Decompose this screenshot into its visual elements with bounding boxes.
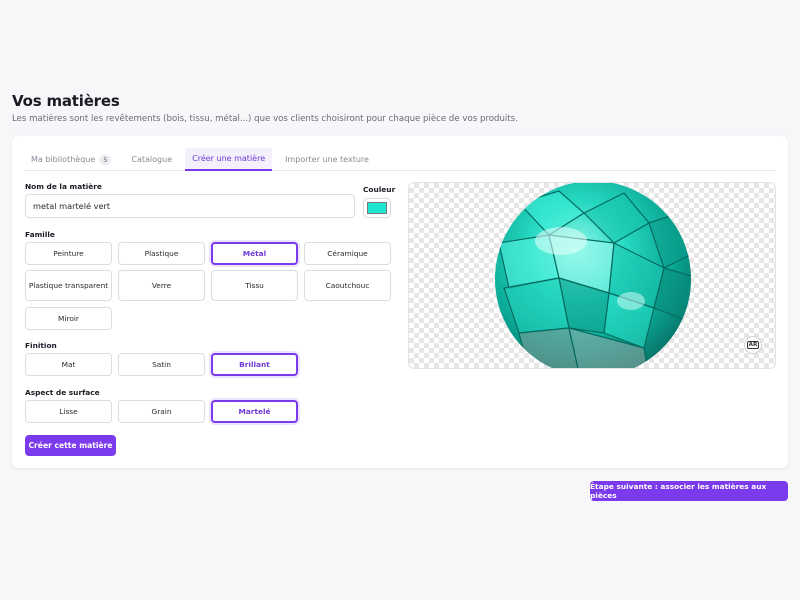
name-label: Nom de la matière (25, 182, 102, 191)
next-step-button[interactable]: Étape suivante : associer les matières a… (590, 481, 788, 501)
library-count-badge: 5 (99, 154, 112, 165)
surface-option-martele[interactable]: Martelé (211, 400, 298, 423)
finish-option-satin[interactable]: Satin (118, 353, 205, 376)
tab-catalog-label: Catalogue (131, 155, 173, 164)
family-option-verre[interactable]: Verre (118, 270, 205, 301)
tab-library-label: Ma bibliothèque (31, 155, 96, 164)
hammered-metal-sphere (495, 183, 691, 368)
surface-option-lisse[interactable]: Lisse (25, 400, 112, 423)
family-option-plastique[interactable]: Plastique (118, 242, 205, 265)
tab-create-material-label: Créer une matière (192, 154, 266, 163)
material-name-input[interactable]: metal martelé vert (25, 194, 355, 218)
tab-import-texture-label: Importer une texture (285, 155, 369, 164)
color-swatch (367, 202, 387, 214)
surface-label: Aspect de surface (25, 388, 100, 397)
family-option-peinture[interactable]: Peinture (25, 242, 112, 265)
family-option-ceramique[interactable]: Céramique (304, 242, 391, 265)
family-option-tissu[interactable]: Tissu (211, 270, 298, 301)
family-option-caoutchouc[interactable]: Caoutchouc (304, 270, 391, 301)
family-option-plastique-transparent[interactable]: Plastique transparent (25, 270, 112, 301)
tab-catalog[interactable]: Catalogue (124, 148, 179, 171)
ar-icon-label: AR (746, 341, 760, 349)
family-option-metal[interactable]: Métal (211, 242, 298, 265)
finish-option-brillant[interactable]: Brillant (211, 353, 298, 376)
color-label: Couleur (363, 185, 396, 194)
color-picker[interactable] (363, 198, 391, 218)
material-preview[interactable]: AR (408, 182, 776, 369)
ar-view-button[interactable]: AR (744, 336, 762, 354)
page-title: Vos matières (12, 92, 120, 110)
tabs-bar: Ma bibliothèque 5 Catalogue Créer une ma… (24, 148, 776, 171)
material-card: Ma bibliothèque 5 Catalogue Créer une ma… (12, 136, 788, 468)
surface-option-grain[interactable]: Grain (118, 400, 205, 423)
tab-import-texture[interactable]: Importer une texture (278, 148, 376, 171)
finish-option-mat[interactable]: Mat (25, 353, 112, 376)
tab-library[interactable]: Ma bibliothèque 5 (24, 148, 118, 171)
tab-create-material[interactable]: Créer une matière (185, 148, 273, 171)
finish-label: Finition (25, 341, 57, 350)
create-material-button[interactable]: Créer cette matière (25, 435, 116, 456)
page-subtitle: Les matières sont les revêtements (bois,… (12, 114, 518, 124)
family-option-miroir[interactable]: Miroir (25, 307, 112, 330)
family-label: Famille (25, 230, 55, 239)
